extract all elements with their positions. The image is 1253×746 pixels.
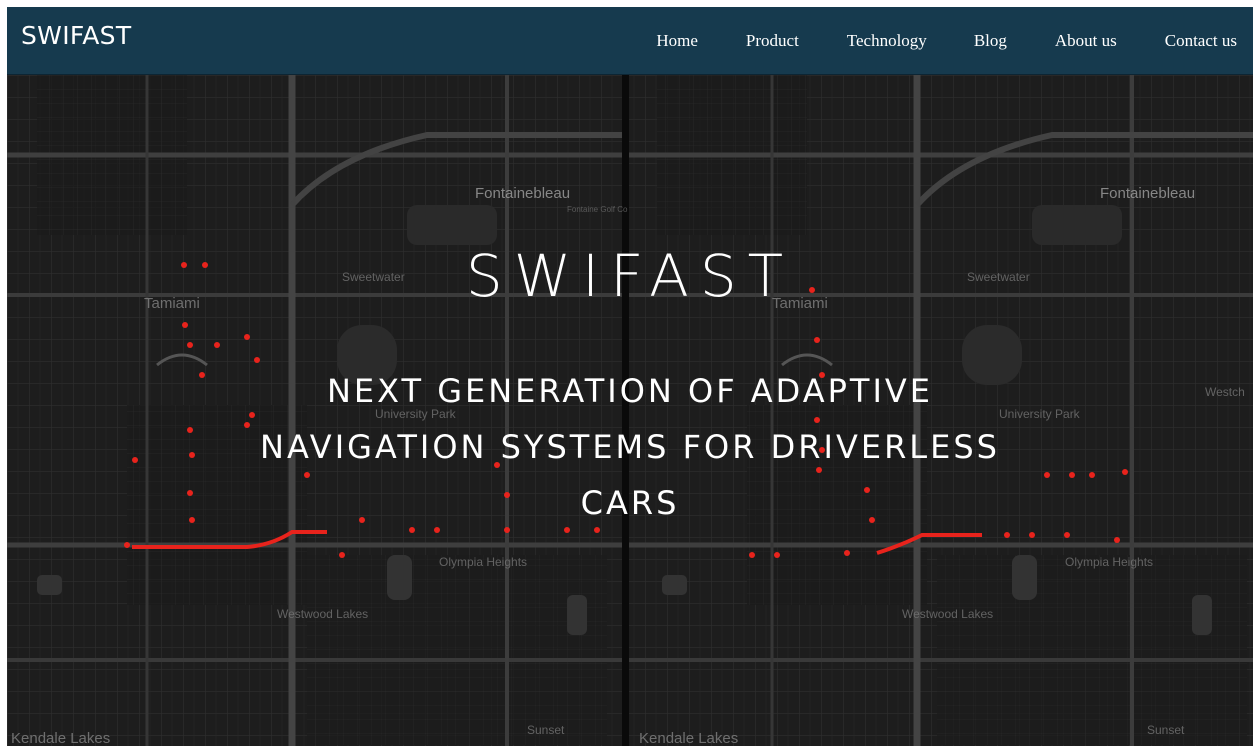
map-label-university-park-right: University Park — [999, 407, 1080, 421]
nav-link-product[interactable]: Product — [746, 31, 799, 51]
map-label-olympia-heights: Olympia Heights — [439, 555, 528, 569]
map-label-fontainebleau-right: Fontainebleau — [1100, 185, 1196, 202]
map-label-olympia-heights-right: Olympia Heights — [1065, 555, 1154, 569]
nav-link-technology[interactable]: Technology — [847, 31, 927, 51]
top-navbar: SWIFAST Home Product Technology Blog Abo… — [7, 7, 1253, 75]
map-label-fontainebleau-golf: Fontaine Golf Co — [567, 205, 628, 214]
map-label-sunset: Sunset — [527, 723, 565, 737]
map-label-westwood-lakes-right: Westwood Lakes — [902, 607, 994, 621]
map-label-sunset-right: Sunset — [1147, 723, 1185, 737]
map-label-westch: Westch — [1205, 385, 1245, 399]
nav-link-about-us[interactable]: About us — [1055, 31, 1117, 51]
hero-subtitle: NEXT GENERATION OF ADAPTIVE NAVIGATION S… — [260, 372, 1000, 522]
nav-link-blog[interactable]: Blog — [974, 31, 1007, 51]
hero-section: Fontainebleau Fontaine Golf Co Sweetwate… — [7, 75, 1253, 746]
page-frame: SWIFAST Home Product Technology Blog Abo… — [7, 7, 1253, 746]
nav-link-contact-us[interactable]: Contact us — [1165, 31, 1237, 51]
main-nav: Home Product Technology Blog About us Co… — [656, 7, 1253, 75]
map-label-westwood-lakes: Westwood Lakes — [277, 607, 369, 621]
nav-link-home[interactable]: Home — [656, 31, 698, 51]
brand-logo[interactable]: SWIFAST — [21, 21, 131, 50]
hero-title: SWIFAST — [465, 242, 795, 310]
map-label-fontainebleau: Fontainebleau — [475, 185, 571, 202]
map-label-kendale-lakes-right: Kendale Lakes — [639, 730, 739, 746]
map-label-kendale-lakes: Kendale Lakes — [11, 730, 111, 746]
